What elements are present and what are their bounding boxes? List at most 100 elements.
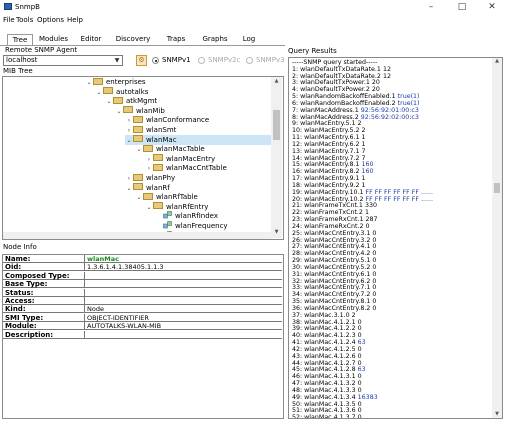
tree-node-label: wlanPhy [146, 174, 176, 182]
node-info-value: AUTOTALKS-WLAN-MIB [84, 322, 161, 331]
tree-node[interactable]: ⌄ enterprises [85, 77, 146, 87]
minimize-button[interactable]: – [420, 1, 442, 13]
tree-node-label: autotalks [116, 87, 149, 96]
node-info-row: Name: wlanMac [3, 255, 282, 263]
tab-modules[interactable]: Modules [35, 34, 72, 45]
tree-node[interactable]: ⌄ autotalks [95, 87, 148, 97]
query-results-panel[interactable]: -----SNMP query started----- 1: wlanDefau… [288, 57, 503, 419]
folder-icon [133, 125, 143, 133]
node-info-value [84, 271, 87, 280]
folder-icon [93, 77, 103, 85]
node-info-key: Description: [5, 330, 54, 339]
node-info-value: OBJECT-IDENTIFIER [84, 313, 149, 322]
tree-scrollbar[interactable] [271, 77, 282, 238]
maximize-button[interactable]: □ [451, 1, 473, 13]
tree-node-label: wlanRf [146, 183, 170, 192]
tree-node[interactable]: › wlanMacCntTable [145, 163, 227, 173]
chevron-down-icon[interactable]: ⌄ [125, 136, 133, 146]
results-scroll-thumb[interactable] [494, 183, 500, 193]
tree-node-label: wlanRfTable [156, 193, 198, 202]
chevron-down-icon[interactable]: ⌄ [145, 203, 153, 213]
tree-node[interactable]: ⌄ wlanRfTable [135, 192, 198, 202]
folder-icon [133, 173, 143, 181]
node-info-label: Node Info [3, 243, 37, 251]
result-oid-text: 52: wlanMac.4.1.3.7 0 [292, 414, 362, 419]
node-info-key: SMI Type: [5, 313, 44, 322]
node-info-table: Name: wlanMac Oid: 1.3.6.1.4.1.38405.1.1.3 C… [2, 254, 284, 419]
chevron-down-icon[interactable]: ⌄ [105, 97, 113, 107]
app-icon [4, 3, 12, 10]
tree-node-label: wlanFrequency [175, 222, 228, 230]
tree-node[interactable]: ⌄ wlanMacTable [135, 144, 205, 154]
folder-icon [153, 154, 163, 162]
snmpv1-radio[interactable] [152, 57, 159, 64]
tree-node[interactable]: › wlanMacEntry [145, 154, 215, 164]
node-info-key: Kind: [5, 305, 26, 314]
agent-host-select[interactable]: localhost [3, 55, 123, 66]
tree-node[interactable]: ⌄ wlanRfEntry [145, 202, 208, 212]
mib-tree[interactable]: ⌄ enterprises ⌄ autotalks ⌄ atkMgmt ⌄ wlanMib › w… [2, 76, 284, 240]
result-value: 92:56:92:02:00:c3 [360, 113, 419, 121]
node-info-key: Access: [5, 297, 35, 305]
agent-profile-icon[interactable]: ⚙ [136, 55, 147, 66]
tab-discovery[interactable]: Discovery [111, 34, 155, 45]
scroll-up-icon[interactable]: ▲ [273, 78, 280, 84]
tree-node[interactable]: ⌄ atkMgmt [105, 96, 157, 106]
node-info-row: Access: [3, 297, 282, 305]
tree-node-label: atkMgmt [126, 97, 158, 106]
chevron-down-icon[interactable]: ⌄ [95, 88, 103, 98]
tab-traps[interactable]: Traps [162, 34, 190, 45]
folder-icon [113, 96, 123, 104]
tree-scroll-thumb[interactable] [273, 110, 280, 140]
tree-node[interactable]: ⌄ wlanMib [115, 106, 165, 116]
tree-node[interactable]: › wlanSmt [125, 125, 176, 135]
leaf-object-icon [163, 221, 172, 229]
tab-tree[interactable]: Tree [7, 34, 33, 45]
node-info-row: Status: [3, 288, 282, 297]
chevron-down-icon[interactable]: ⌄ [115, 107, 123, 117]
tree-hscrollbar[interactable] [3, 232, 271, 239]
tab-log[interactable]: Log [238, 34, 260, 45]
menu-file[interactable]: File [3, 16, 15, 24]
node-info-value: Node [84, 305, 104, 314]
tree-node-label: wlanRfEntry [166, 202, 209, 211]
node-info-key: Base Type: [5, 280, 48, 289]
chevron-down-icon[interactable]: ⌄ [135, 145, 143, 155]
node-info-key: Oid: [5, 263, 22, 272]
folder-icon [103, 87, 113, 95]
results-scrollbar[interactable] [492, 58, 502, 418]
menu-help[interactable]: Help [67, 16, 83, 24]
menu-options[interactable]: Options [37, 16, 64, 24]
folder-icon [133, 183, 143, 191]
tree-node[interactable]: wlanRfIndex [155, 211, 218, 221]
tree-node[interactable]: ⌄ wlanRf [125, 183, 170, 193]
tree-node[interactable]: wlanFrequency [155, 221, 228, 231]
tree-node[interactable]: › wlanPhy [125, 173, 175, 183]
tree-node-label: wlanSmt [146, 126, 177, 134]
snmpv1-label: SNMPv1 [162, 56, 191, 64]
scroll-down-icon[interactable]: ▼ [494, 411, 500, 417]
menu-tools[interactable]: Tools [16, 16, 33, 24]
node-info-value: wlanMac [84, 255, 119, 263]
scroll-down-icon[interactable]: ▼ [273, 229, 280, 235]
folder-icon [143, 144, 153, 152]
tree-node[interactable]: ⌄ wlanMac [125, 134, 273, 146]
snmpv2c-radio[interactable] [198, 57, 205, 64]
node-info-row: Composed Type: [3, 271, 282, 280]
snmpv3-radio[interactable] [246, 57, 253, 64]
tree-node-label: wlanConformance [146, 116, 210, 125]
close-button[interactable]: ✕ [481, 1, 503, 13]
chevron-down-icon[interactable]: ⌄ [85, 78, 93, 88]
tree-node-label: enterprises [106, 78, 146, 86]
menu-bar: File Tools Options Help [0, 16, 508, 26]
tree-node[interactable]: › wlanConformance [125, 115, 209, 125]
node-info-key: Name: [5, 255, 31, 263]
chevron-down-icon[interactable]: ⌄ [125, 184, 133, 194]
chevron-down-icon[interactable]: ⌄ [135, 193, 143, 203]
node-info-row: Kind: Node [3, 305, 282, 314]
chevron-down-icon[interactable]: ▼ [112, 56, 122, 65]
scroll-up-icon[interactable]: ▲ [494, 58, 500, 64]
tab-editor[interactable]: Editor [77, 34, 105, 45]
folder-icon [123, 106, 133, 114]
tab-graphs[interactable]: Graphs [198, 34, 232, 45]
